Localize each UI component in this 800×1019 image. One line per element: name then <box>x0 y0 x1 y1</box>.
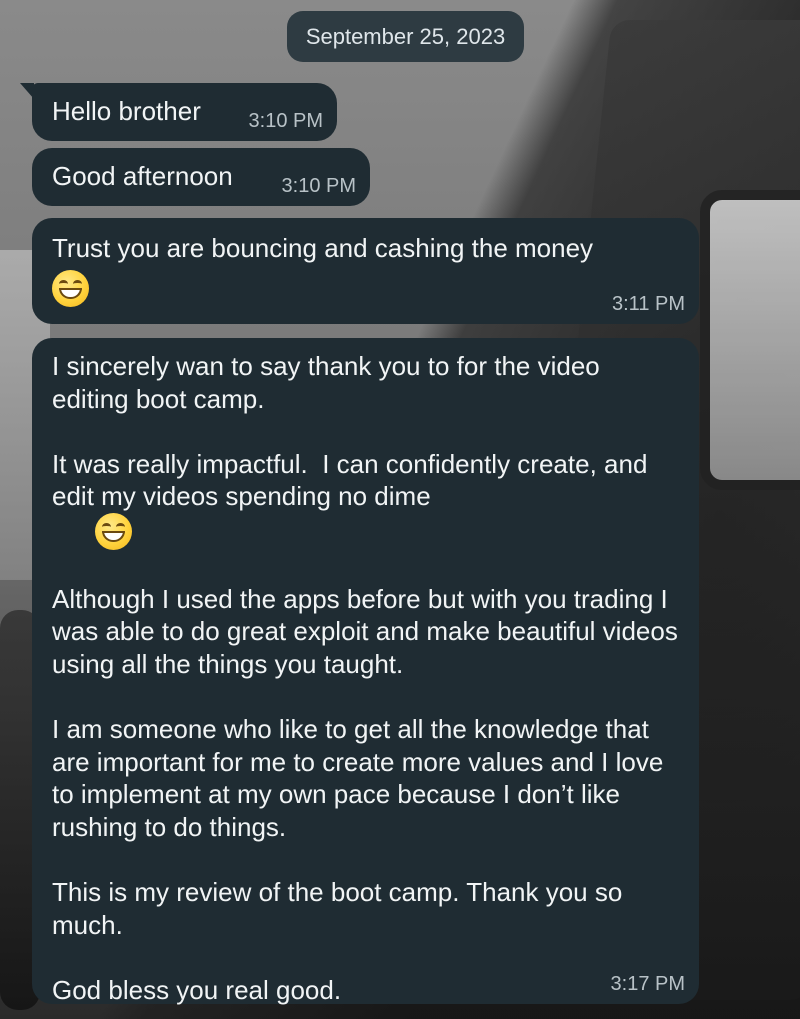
message-time: 3:10 PM <box>248 110 323 132</box>
message-paragraph: This is my review of the boot camp. Than… <box>52 876 630 940</box>
message-paragraph-text: It was really impactful. I can confident… <box>52 448 655 512</box>
message-paragraph: Although I used the apps before but with… <box>52 583 686 679</box>
message-text: Good afternoon <box>52 161 233 191</box>
message-bubble[interactable]: Good afternoon 3:10 PM <box>32 148 370 206</box>
message-text: Trust you are bouncing and cashing the m… <box>52 233 594 263</box>
message-paragraph: I sincerely wan to say thank you to for … <box>52 351 607 414</box>
message-time: 3:10 PM <box>281 175 356 197</box>
date-separator: September 25, 2023 <box>287 11 524 62</box>
message-time: 3:11 PM <box>612 293 685 315</box>
message-bubble[interactable]: I sincerely wan to say thank you to for … <box>32 338 699 1006</box>
message-text: Hello brother <box>52 96 201 126</box>
message-bubble[interactable]: Trust you are bouncing and cashing the m… <box>32 218 699 324</box>
message-time: 3:17 PM <box>610 973 685 995</box>
message-paragraph: God bless you real good. <box>52 974 342 1005</box>
wallpaper-window-shape <box>700 190 800 490</box>
grinning-face-emoji <box>52 270 89 307</box>
message-paragraph: I am someone who like to get all the kno… <box>52 713 671 842</box>
message-bubble[interactable]: Hello brother 3:10 PM <box>20 83 337 141</box>
message-body: I sincerely wan to say thank you to for … <box>52 350 682 1006</box>
bubble-tail <box>20 83 34 99</box>
grinning-face-emoji <box>95 512 133 550</box>
message-paragraph: It was really impactful. I can confident… <box>52 448 682 550</box>
